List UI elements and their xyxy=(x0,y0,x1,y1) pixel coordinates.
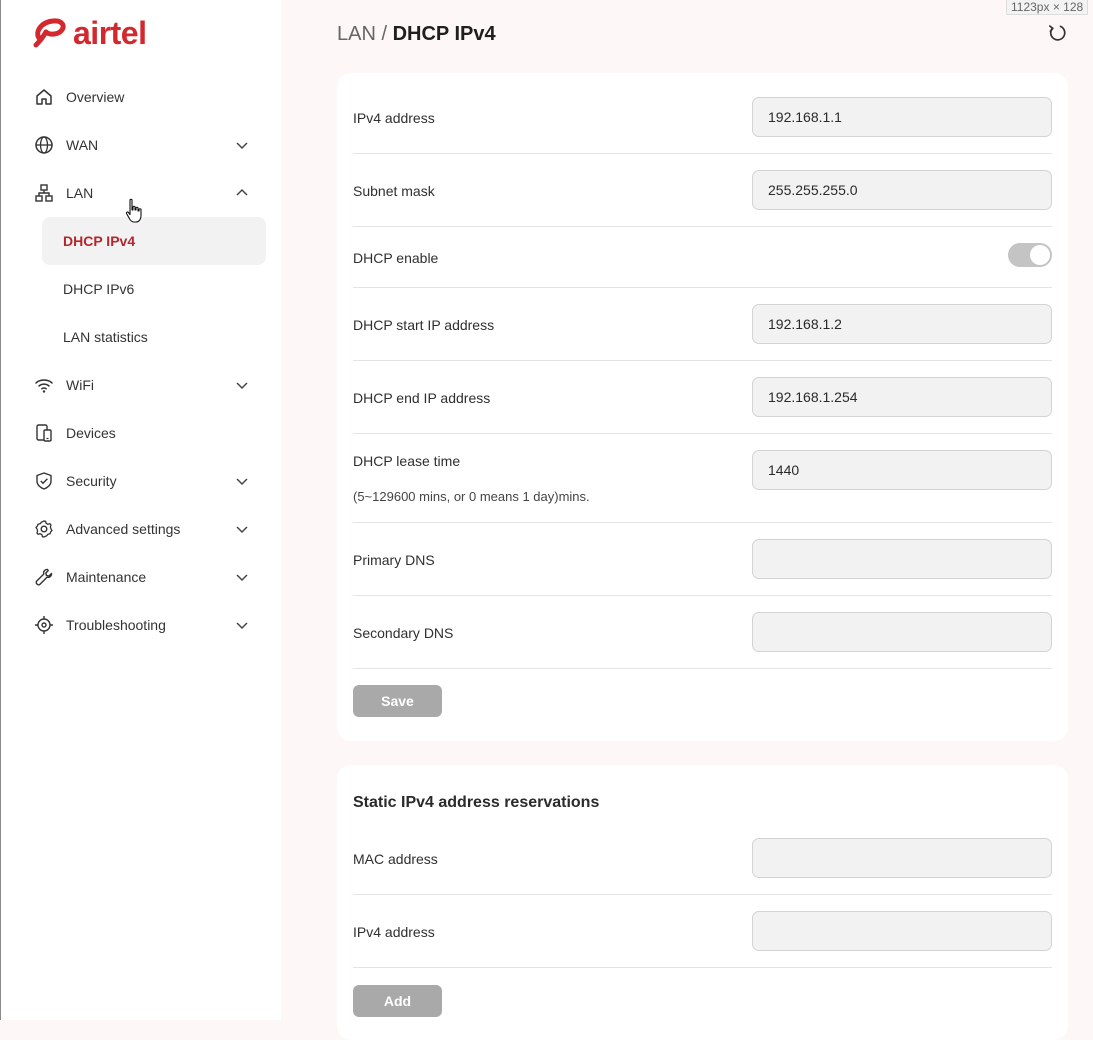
chevron-down-icon[interactable] xyxy=(235,138,249,152)
network-icon xyxy=(33,182,55,204)
sidebar-item-label: Maintenance xyxy=(66,569,147,585)
dhcp-lease-time-row: DHCP lease time (5~129600 mins, or 0 mea… xyxy=(353,434,1052,523)
ipv4-address-input[interactable] xyxy=(752,97,1052,137)
toggle-knob xyxy=(1030,245,1050,265)
sidebar-item-maintenance[interactable]: Maintenance xyxy=(1,553,282,601)
viewport-size-label: 1123px × 128 xyxy=(1006,0,1089,15)
sidebar-item-advanced-settings[interactable]: Advanced settings xyxy=(1,505,282,553)
wrench-icon xyxy=(33,566,55,588)
chevron-down-icon[interactable] xyxy=(235,570,249,584)
primary-dns-row: Primary DNS xyxy=(353,523,1052,596)
sidebar-subitem-lan-statistics[interactable]: LAN statistics xyxy=(1,313,282,361)
sidebar-item-label: WAN xyxy=(66,137,99,153)
hand-pointer-cursor-icon xyxy=(125,198,142,223)
sidebar-item-overview[interactable]: Overview xyxy=(1,73,282,121)
sidebar-item-label: Troubleshooting xyxy=(66,617,166,633)
mac-address-label: MAC address xyxy=(353,851,438,867)
primary-dns-label: Primary DNS xyxy=(353,552,435,568)
sidebar-item-label: Overview xyxy=(66,89,125,105)
crosshair-icon xyxy=(33,614,55,636)
brand-name: airtel xyxy=(73,15,147,51)
chevron-down-icon[interactable] xyxy=(235,522,249,536)
ipv4-address-label: IPv4 address xyxy=(353,110,435,126)
sidebar-item-wan[interactable]: WAN xyxy=(1,121,282,169)
home-icon xyxy=(33,86,55,108)
mac-address-input[interactable] xyxy=(752,838,1052,878)
static-reservations-card: Static IPv4 address reservations MAC add… xyxy=(337,765,1068,1040)
sidebar-item-label: WiFi xyxy=(66,377,94,393)
breadcrumb-separator: / xyxy=(375,23,393,45)
save-button[interactable]: Save xyxy=(353,685,442,717)
reservation-ipv4-row: IPv4 address xyxy=(353,895,1052,968)
breadcrumb: LAN / DHCP IPv4 xyxy=(337,21,496,47)
dhcp-end-ip-row: DHCP end IP address xyxy=(353,361,1052,434)
sidebar-subitem-dhcp-ipv4[interactable]: DHCP IPv4 xyxy=(42,217,266,265)
subnet-mask-label: Subnet mask xyxy=(353,183,435,199)
dhcp-enable-label: DHCP enable xyxy=(353,250,439,266)
dhcp-start-ip-row: DHCP start IP address xyxy=(353,288,1052,361)
reservation-ipv4-label: IPv4 address xyxy=(353,924,435,940)
sidebar-item-wifi[interactable]: WiFi xyxy=(1,361,282,409)
secondary-dns-row: Secondary DNS xyxy=(353,596,1052,669)
sidebar: airtel Overview WAN LAN DHCP IPv4 DHCP I… xyxy=(0,0,281,1020)
sidebar-item-troubleshooting[interactable]: Troubleshooting xyxy=(1,601,282,649)
dhcp-settings-card: IPv4 address Subnet mask DHCP enable DHC… xyxy=(337,73,1068,741)
dhcp-start-ip-input[interactable] xyxy=(752,304,1052,344)
section-title: Static IPv4 address reservations xyxy=(353,794,600,811)
add-button[interactable]: Add xyxy=(353,985,442,1017)
dhcp-lease-time-label: DHCP lease time xyxy=(353,453,461,469)
secondary-dns-input[interactable] xyxy=(752,612,1052,652)
primary-dns-input[interactable] xyxy=(752,539,1052,579)
sidebar-item-label: LAN xyxy=(66,185,94,201)
wifi-icon xyxy=(33,374,55,396)
sidebar-nav: Overview WAN LAN DHCP IPv4 DHCP IPv6 LAN… xyxy=(1,73,282,649)
ipv4-address-row: IPv4 address xyxy=(353,73,1052,154)
airtel-swirl-icon xyxy=(33,18,66,48)
dhcp-lease-time-hint: (5~129600 mins, or 0 means 1 day)mins. xyxy=(353,489,590,504)
gear-icon xyxy=(33,518,55,540)
shield-icon xyxy=(33,470,55,492)
dhcp-enable-row: DHCP enable xyxy=(353,227,1052,288)
breadcrumb-parent[interactable]: LAN xyxy=(337,23,376,45)
dhcp-lease-time-input[interactable] xyxy=(752,450,1052,490)
sidebar-item-label: Security xyxy=(66,473,117,489)
secondary-dns-label: Secondary DNS xyxy=(353,625,454,641)
chevron-down-icon[interactable] xyxy=(235,618,249,632)
sidebar-item-label: Devices xyxy=(66,425,116,441)
mac-address-row: MAC address xyxy=(353,821,1052,895)
reservation-ipv4-input[interactable] xyxy=(752,911,1052,951)
page-title: DHCP IPv4 xyxy=(392,23,496,45)
subnet-mask-row: Subnet mask xyxy=(353,154,1052,227)
refresh-icon[interactable] xyxy=(1046,22,1068,44)
devices-icon xyxy=(33,422,55,444)
sidebar-subitem-dhcp-ipv6[interactable]: DHCP IPv6 xyxy=(1,265,282,313)
chevron-down-icon[interactable] xyxy=(235,378,249,392)
airtel-logo[interactable]: airtel xyxy=(33,15,147,51)
chevron-up-icon[interactable] xyxy=(235,186,249,200)
sidebar-item-devices[interactable]: Devices xyxy=(1,409,282,457)
dhcp-end-ip-label: DHCP end IP address xyxy=(353,390,491,406)
globe-icon xyxy=(33,134,55,156)
chevron-down-icon[interactable] xyxy=(235,474,249,488)
sidebar-item-security[interactable]: Security xyxy=(1,457,282,505)
dhcp-enable-toggle[interactable] xyxy=(1008,243,1052,267)
dhcp-start-ip-label: DHCP start IP address xyxy=(353,317,495,333)
sidebar-item-label: Advanced settings xyxy=(66,521,181,537)
dhcp-end-ip-input[interactable] xyxy=(752,377,1052,417)
subnet-mask-input[interactable] xyxy=(752,170,1052,210)
